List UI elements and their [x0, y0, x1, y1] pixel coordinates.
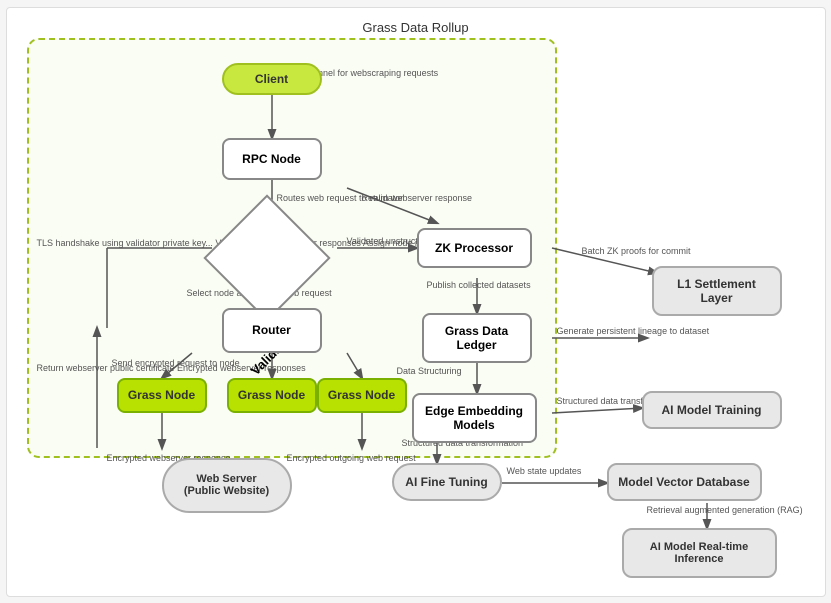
web-server-node: Web Server (Public Website): [162, 458, 292, 513]
diagram-container: Grass Data Rollup: [6, 7, 826, 597]
grass-node-3: Grass Node: [317, 378, 407, 413]
label-web-state: Web state updates: [507, 466, 582, 478]
label-ledger-edge: Data Structuring: [397, 366, 462, 378]
grass-node-2: Grass Node: [227, 378, 317, 413]
ai-fine-tuning-node: AI Fine Tuning: [392, 463, 502, 501]
grass-data-ledger-node: Grass Data Ledger: [422, 313, 532, 363]
client-node: Client: [222, 63, 322, 95]
edge-embedding-node: Edge Embedding Models: [412, 393, 537, 443]
label-zk-publish: Publish collected datasets: [427, 280, 531, 292]
label-persistent: Generate persistent lineage to dataset: [557, 326, 710, 338]
model-vector-db-node: Model Vector Database: [607, 463, 762, 501]
label-enc-outgoing: Encrypted outgoing web request: [287, 453, 416, 465]
l1-settlement-node: L1 Settlement Layer: [652, 266, 782, 316]
ai-inference-node: AI Model Real-time Inference: [622, 528, 777, 578]
diagram-title: Grass Data Rollup: [362, 20, 468, 35]
router-node: Router: [222, 308, 322, 353]
validator-wrapper: Validator: [222, 213, 312, 303]
label-zk-batch: Batch ZK proofs for commit: [582, 246, 691, 258]
label-rag: Retrieval augmented generation (RAG): [647, 505, 803, 517]
ai-model-training-node: AI Model Training: [642, 391, 782, 429]
zk-processor-node: ZK Processor: [417, 228, 532, 268]
label-return-webserver: Return webserver response: [362, 193, 473, 205]
rpc-node: RPC Node: [222, 138, 322, 180]
grass-node-1: Grass Node: [117, 378, 207, 413]
